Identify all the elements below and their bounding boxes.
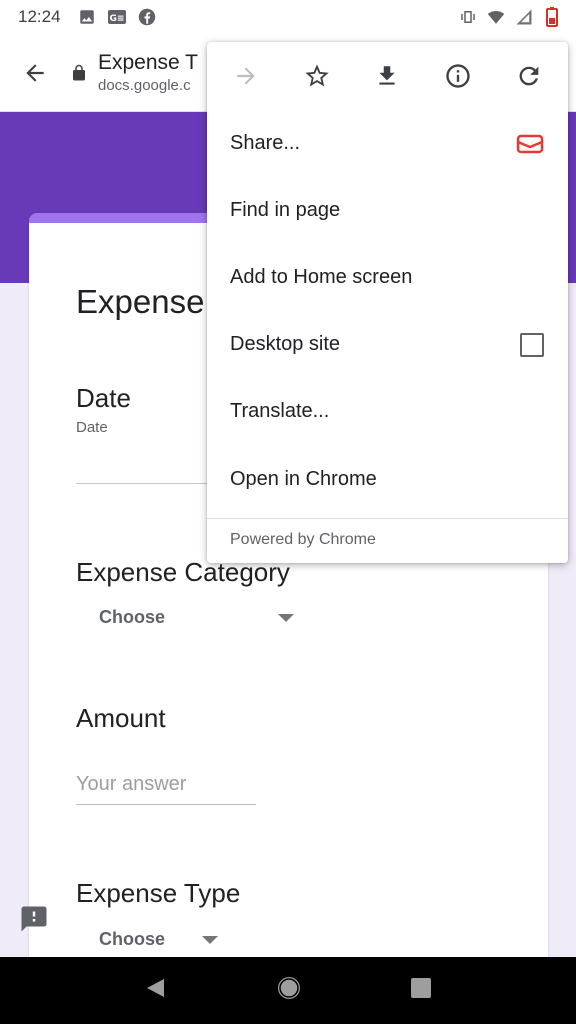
download-icon[interactable] (367, 56, 407, 96)
overflow-menu: Share... Find in page Add to Home screen… (207, 42, 568, 563)
nav-recents-icon[interactable] (410, 977, 432, 1004)
status-time: 12:24 (18, 7, 61, 26)
date-question-description: Date (76, 419, 108, 436)
menu-item-find-in-page[interactable]: Find in page (207, 177, 568, 244)
svg-text:G≡: G≡ (109, 14, 124, 24)
refresh-icon[interactable] (509, 56, 549, 96)
image-icon (77, 7, 97, 27)
amount-question-title: Amount (76, 703, 166, 733)
category-select[interactable]: Choose (99, 607, 295, 628)
status-bar: 12:24 G≡ (0, 0, 576, 34)
wifi-icon (486, 7, 506, 27)
share-app-icon (516, 133, 544, 155)
type-question-title: Expense Type (76, 878, 241, 908)
menu-divider (207, 518, 568, 519)
menu-item-translate[interactable]: Translate... (207, 378, 568, 445)
menu-item-label: Find in page (230, 199, 341, 221)
menu-icon-row (207, 42, 568, 110)
menu-item-share[interactable]: Share... (207, 110, 568, 177)
menu-item-add-to-home[interactable]: Add to Home screen (207, 244, 568, 311)
date-question-title: Date (76, 383, 131, 413)
category-select-value: Choose (99, 607, 166, 627)
battery-icon (542, 7, 562, 27)
facebook-icon (137, 7, 157, 27)
dropdown-arrow-icon (202, 935, 219, 944)
form-title: Expense (76, 283, 205, 320)
menu-item-label: Share... (230, 132, 301, 154)
nav-home-icon[interactable] (276, 975, 302, 1006)
vibrate-icon (458, 7, 478, 27)
forward-icon[interactable] (226, 56, 266, 96)
type-select-value: Choose (99, 929, 166, 949)
menu-item-label: Translate... (230, 400, 330, 422)
menu-item-open-in-chrome[interactable]: Open in Chrome (207, 446, 568, 513)
system-nav-bar (0, 957, 576, 1024)
star-icon[interactable] (297, 56, 337, 96)
gs-icon: G≡ (107, 7, 127, 27)
menu-item-desktop-site[interactable]: Desktop site (207, 311, 568, 378)
dropdown-arrow-icon (278, 613, 295, 622)
arrow-back-icon (26, 63, 44, 82)
back-button[interactable] (0, 34, 70, 112)
menu-item-label: Add to Home screen (230, 266, 413, 288)
menu-item-label: Desktop site (230, 333, 341, 355)
info-icon[interactable] (438, 56, 478, 96)
page-title: Expense T (98, 51, 199, 74)
menu-item-label: Open in Chrome (230, 468, 377, 490)
desktop-site-checkbox[interactable] (520, 332, 544, 357)
lock-icon (70, 63, 88, 83)
signal-icon (514, 7, 534, 27)
powered-by-label: Powered by Chrome (230, 531, 376, 548)
page-url: docs.google.c (98, 77, 191, 94)
nav-back-icon[interactable] (144, 976, 168, 1005)
feedback-icon[interactable] (19, 904, 49, 934)
type-select[interactable]: Choose (99, 929, 219, 950)
amount-input[interactable]: Your answer (76, 773, 256, 805)
